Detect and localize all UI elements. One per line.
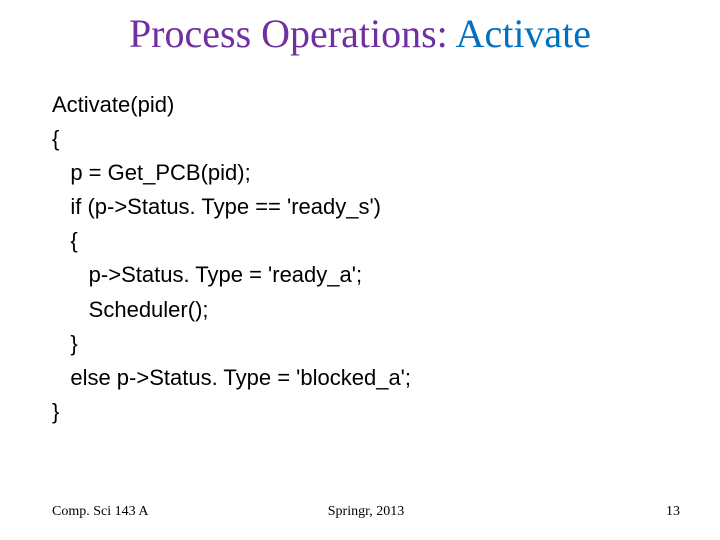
code-line: }: [52, 331, 78, 356]
slide-title: Process Operations: Activate: [0, 12, 720, 56]
footer-page-number: 13: [666, 504, 680, 520]
code-line: Activate(pid): [52, 92, 174, 117]
title-part-1: Process Operations:: [129, 11, 456, 56]
code-line: {: [52, 126, 59, 151]
code-line: else p->Status. Type = 'blocked_a';: [52, 365, 411, 390]
title-part-2: Activate: [456, 11, 592, 56]
code-line: }: [52, 399, 59, 424]
slide: Process Operations: Activate Activate(pi…: [0, 0, 720, 540]
code-line: p->Status. Type = 'ready_a';: [52, 262, 362, 287]
code-line: {: [52, 228, 78, 253]
code-line: if (p->Status. Type == 'ready_s'): [52, 194, 381, 219]
footer-center: Springr, 2013: [52, 504, 680, 520]
code-block: Activate(pid) { p = Get_PCB(pid); if (p-…: [52, 88, 411, 429]
code-line: Scheduler();: [52, 297, 209, 322]
code-line: p = Get_PCB(pid);: [52, 160, 251, 185]
